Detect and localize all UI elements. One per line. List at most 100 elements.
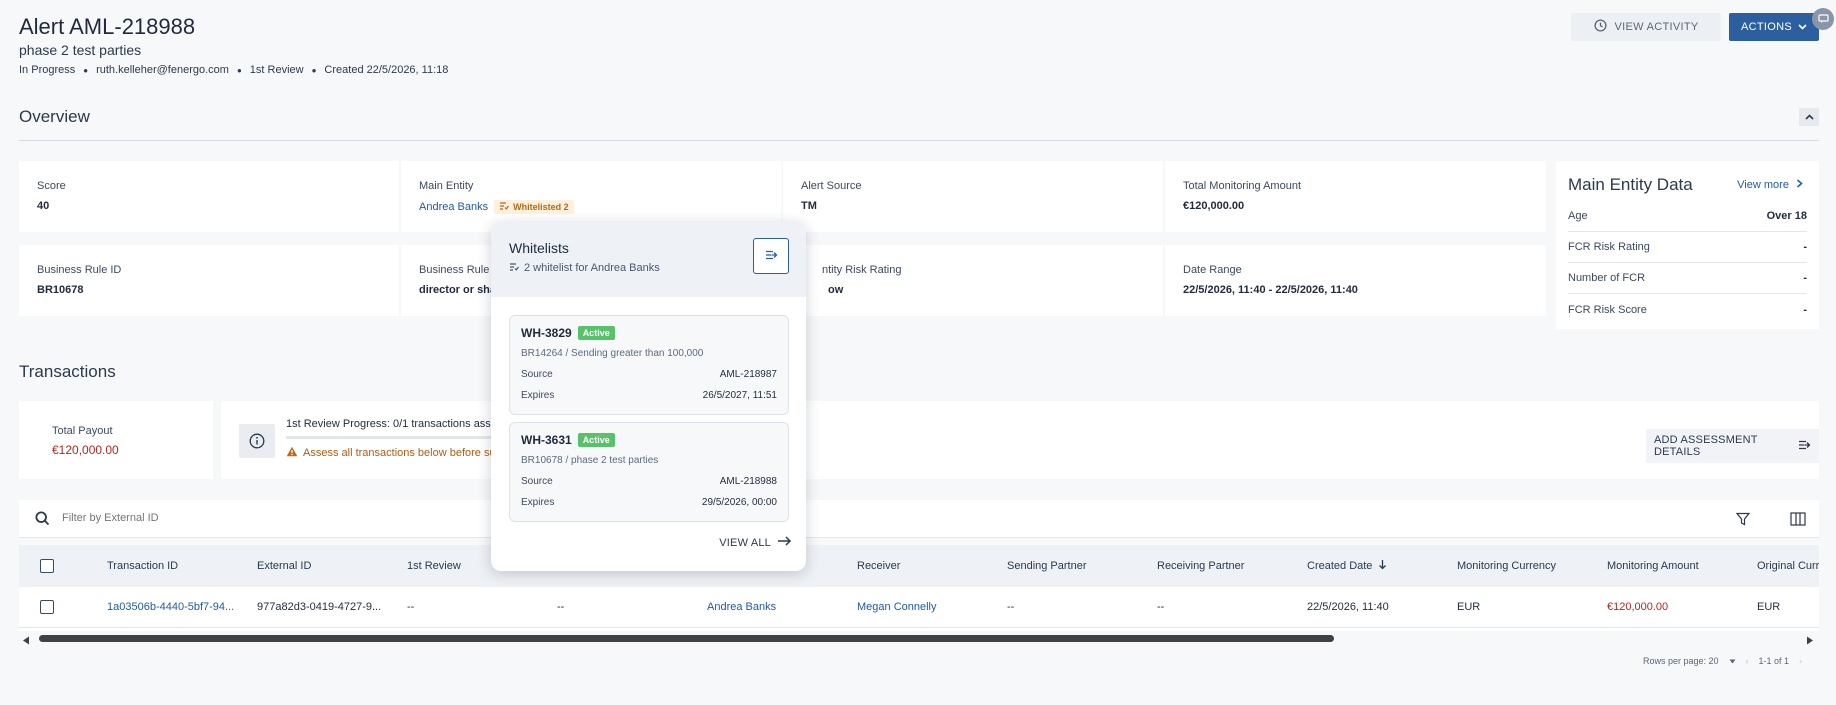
total-payout-value: €120,000.00 (52, 443, 119, 457)
scroll-right-icon[interactable] (1806, 634, 1814, 648)
caret-down-icon[interactable] (1729, 656, 1736, 666)
page-subtitle: phase 2 test parties (19, 42, 142, 58)
business-rule-id-card: Business Rule ID BR10678 (19, 245, 399, 316)
sort-desc-icon (1378, 559, 1387, 573)
actions-label: ACTIONS (1741, 21, 1792, 33)
col-header[interactable]: Sending Partner (1007, 545, 1087, 587)
list-arrow-icon (1798, 440, 1811, 453)
warning-text: Assess all transactions below before su (303, 447, 496, 459)
actions-button[interactable]: ACTIONS (1729, 13, 1819, 41)
list-item: Number of FCR - (1568, 263, 1807, 294)
main-entity-link[interactable]: Andrea Banks (419, 201, 488, 213)
whitelist-card[interactable]: WH-3829 Active BR14264 / Sending greater… (509, 315, 789, 415)
alert-meta: In Progress ● ruth.kelleher@fenergo.com … (19, 64, 448, 76)
status-badge: Active (577, 326, 615, 340)
page-title: Alert AML-218988 (19, 14, 196, 39)
chat-icon[interactable] (1812, 8, 1834, 30)
transaction-id-link[interactable]: 1a03506b-4440-5bf7-94... (107, 587, 234, 627)
table-row[interactable]: 1a03506b-4440-5bf7-94... 977a82d3-0419-4… (19, 587, 1819, 628)
view-activity-button[interactable]: VIEW ACTIVITY (1571, 13, 1721, 41)
business-rule-id-label: Business Rule ID (37, 264, 122, 276)
row-checkbox[interactable] (40, 587, 54, 627)
total-payout-label: Total Payout (52, 425, 113, 437)
expires-value: 26/5/2027, 11:51 (702, 390, 777, 401)
view-more-link[interactable]: View more (1737, 179, 1803, 191)
whitelist-card[interactable]: WH-3631 Active BR10678 / phase 2 test pa… (509, 422, 789, 522)
whitelisted-badge[interactable]: Whitelisted 2 (494, 200, 574, 214)
row-value: Over 18 (1766, 210, 1807, 222)
pagination: Rows per page: 20 ‹ 1-1 of 1 › (1643, 656, 1802, 666)
scroll-left-icon[interactable] (22, 634, 30, 648)
whitelisted-badge-label: Whitelisted 2 (513, 202, 569, 212)
list-arrow-icon (765, 249, 778, 263)
popover-subtitle: 2 whitelist for Andrea Banks (509, 262, 660, 274)
view-more-label: View more (1737, 179, 1789, 191)
overview-title: Overview (19, 107, 90, 126)
add-assessment-button[interactable]: ADD ASSESSMENT DETAILS (1646, 429, 1819, 463)
sender-link[interactable]: Andrea Banks (707, 587, 776, 627)
stage-text: 1st Review (249, 64, 304, 76)
col-header[interactable]: Original Curr (1757, 545, 1819, 587)
receiver-link[interactable]: Megan Connelly (857, 587, 937, 627)
chevron-down-icon (1798, 21, 1807, 33)
whitelist-expires-row: Expires 29/5/2026, 00:00 (521, 497, 777, 508)
total-monitoring-card: Total Monitoring Amount €120,000.00 (1165, 161, 1546, 232)
whitelist-description: BR10678 / phase 2 test parties (521, 455, 659, 466)
source-label: Source (521, 476, 553, 487)
alert-source-card: Alert Source TM (783, 161, 1163, 232)
scrollbar-thumb[interactable] (39, 635, 1334, 642)
open-whitelists-panel-button[interactable] (753, 238, 789, 274)
col-header[interactable]: Receiving Partner (1157, 545, 1244, 587)
main-entity-data-card: Main Entity Data View more Age Over 18 FC… (1556, 161, 1819, 329)
popover-subtitle-text: 2 whitelist for Andrea Banks (524, 262, 660, 274)
add-assessment-label: ADD ASSESSMENT DETAILS (1654, 434, 1758, 458)
whitelist-header: WH-3829 Active (521, 326, 777, 340)
row-value: - (1803, 241, 1807, 253)
info-icon (239, 424, 275, 458)
alert-source-label: Alert Source (801, 180, 862, 192)
previous-page-icon[interactable]: ‹ (1746, 656, 1749, 666)
select-all-checkbox[interactable] (40, 545, 54, 587)
whitelist-expires-row: Expires 26/5/2027, 11:51 (521, 390, 777, 401)
total-payout-card: Total Payout €120,000.00 (19, 401, 213, 479)
whitelist-id: WH-3631 (521, 433, 572, 447)
col-header[interactable]: External ID (257, 545, 311, 587)
business-rule-id-value: BR10678 (37, 284, 84, 296)
col-header[interactable]: 1st Review (407, 545, 461, 587)
checkbox-box (40, 559, 54, 573)
col-header-created-date[interactable]: Created Date (1307, 545, 1387, 587)
filter-bar (19, 500, 1819, 538)
progress-text: 1st Review Progress: 0/1 transactions as… (286, 418, 497, 430)
filter-icon[interactable] (1735, 512, 1751, 529)
list-item: FCR Risk Score - (1568, 294, 1807, 325)
source-value: AML-218987 (719, 369, 777, 380)
review-progress-card: 1st Review Progress: 0/1 transactions as… (221, 401, 1819, 479)
sending-partner-cell: -- (1007, 601, 1015, 613)
source-value: AML-218988 (719, 476, 777, 487)
row-value: - (1803, 272, 1807, 284)
columns-icon[interactable] (1790, 512, 1806, 529)
transactions-table: Transaction ID External ID 1st Review Re… (19, 545, 1819, 631)
col-header[interactable]: Transaction ID (107, 545, 178, 587)
monitoring-amount-cell: €120,000.00 (1607, 601, 1669, 613)
score-label: Score (37, 180, 66, 192)
score-value: 40 (37, 200, 50, 212)
collapse-overview-button[interactable] (1799, 108, 1819, 126)
page-range-text: 1-1 of 1 (1758, 656, 1790, 666)
whitelist-id: WH-3829 (521, 326, 572, 340)
whitelist-source-row: Source AML-218987 (521, 369, 777, 380)
col-header-label: Created Date (1307, 560, 1373, 572)
main-entity-data-list: Age Over 18 FCR Risk Rating - Number of FC… (1568, 201, 1807, 325)
original-currency-cell: EUR (1757, 601, 1781, 613)
filter-input[interactable] (62, 512, 362, 524)
view-all-link[interactable]: VIEW ALL (719, 536, 792, 549)
next-page-icon[interactable]: › (1799, 656, 1802, 666)
row-label: FCR Risk Rating (1568, 241, 1650, 253)
col-header[interactable]: Receiver (857, 545, 900, 587)
col-header[interactable]: Monitoring Currency (1457, 545, 1556, 587)
whitelist-header: WH-3631 Active (521, 433, 777, 447)
separator-dot: ● (311, 65, 317, 75)
col-header[interactable]: Monitoring Amount (1607, 545, 1699, 587)
expires-label: Expires (521, 497, 555, 508)
main-entity-label: Main Entity (419, 180, 474, 192)
